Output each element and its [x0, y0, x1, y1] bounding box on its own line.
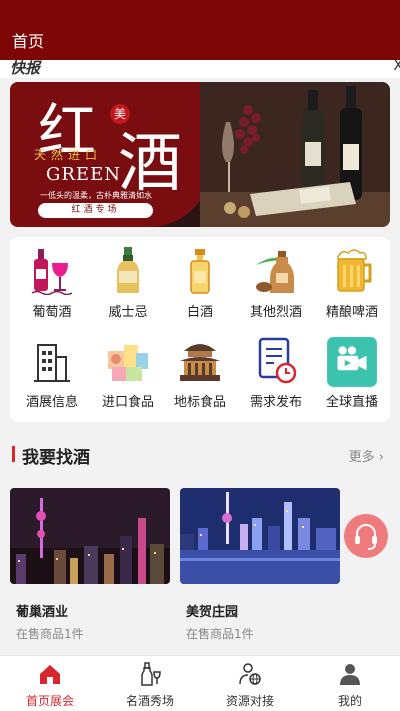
news-label: 快报 [10, 60, 41, 77]
news-ticker[interactable]: 快报 X [0, 60, 400, 78]
tab-label: 我的 [337, 694, 362, 708]
whisky-bottle-icon [117, 247, 139, 293]
category-label: 全球直播 [325, 395, 378, 410]
headset-icon [355, 524, 377, 550]
winery-card[interactable]: 美贺庄园 在售商品1件 [180, 488, 340, 648]
landmark-pavilion-icon [180, 344, 220, 381]
card-subtitle: 在售商品1件 [186, 627, 254, 641]
app-header: 首页 [0, 0, 400, 60]
bottom-tab-bar: 首页展会 名酒秀场 资源对接 我的 [0, 655, 400, 711]
category-grid: 葡萄酒 威士忌 白酒 其他烈酒 精酿啤酒 酒展信息 进口食品 地标食品 需求发布… [10, 237, 390, 422]
section-title: 我要找酒 [22, 448, 90, 468]
more-label: 更多 [348, 450, 375, 465]
category-post-demand[interactable]: 需求发布 [238, 337, 314, 410]
banner-slogan: 一低头的温柔，古朴典雅清如水 [40, 191, 152, 200]
category-global-live[interactable]: 全球直播 [314, 337, 390, 410]
category-label: 白酒 [186, 305, 213, 320]
news-close-button[interactable]: X [393, 60, 400, 74]
category-expo-info[interactable]: 酒展信息 [14, 337, 90, 410]
tab-resources[interactable]: 资源对接 [200, 656, 300, 711]
card-name: 葡巢酒业 [16, 605, 69, 620]
building-icon [34, 344, 70, 382]
tab-label: 名酒秀场 [125, 694, 174, 708]
category-label: 地标食品 [173, 395, 226, 410]
category-craft-beer[interactable]: 精酿啤酒 [314, 247, 390, 320]
tab-home-expo[interactable]: 首页展会 [0, 656, 100, 711]
more-link[interactable]: 更多 › [349, 446, 384, 465]
customer-service-button[interactable] [344, 514, 388, 558]
category-label: 精酿啤酒 [325, 305, 378, 320]
banner-english: GREEN [46, 164, 121, 185]
liquor-jug-icon [256, 251, 294, 293]
tab-mine[interactable]: 我的 [300, 656, 400, 711]
category-baijiu[interactable]: 白酒 [162, 247, 238, 320]
category-label: 酒展信息 [25, 395, 78, 410]
category-wine[interactable]: 葡萄酒 [14, 247, 90, 320]
category-label: 葡萄酒 [32, 305, 72, 320]
section-accent-bar [12, 446, 15, 462]
tab-label: 资源对接 [225, 694, 274, 708]
banner-badge: 美 [110, 104, 130, 124]
category-imported-food[interactable]: 进口食品 [90, 337, 166, 410]
baijiu-bottle-icon [190, 249, 210, 294]
banner-button[interactable]: 红酒专场 [38, 203, 153, 218]
category-label: 进口食品 [101, 395, 154, 410]
tab-famous-wines[interactable]: 名酒秀场 [100, 656, 200, 711]
document-clock-icon [258, 337, 297, 384]
wine-bottle-glass-icon [31, 249, 73, 296]
wine-photo [200, 82, 390, 227]
home-icon [40, 665, 60, 684]
chevron-right-icon: › [378, 450, 384, 465]
category-other-spirits[interactable]: 其他烈酒 [238, 247, 314, 320]
category-whisky[interactable]: 威士忌 [90, 247, 166, 320]
card-name: 美贺庄园 [186, 605, 239, 620]
wine-bottle-icon [141, 662, 161, 686]
card-image-night-city [10, 488, 170, 584]
food-boxes-icon [108, 345, 148, 381]
card-subtitle: 在售商品1件 [16, 627, 84, 641]
beer-mug-icon [337, 249, 372, 292]
card-image-skyline [180, 488, 340, 584]
winery-card[interactable]: 葡巢酒业 在售商品1件 [10, 488, 170, 648]
category-landmark-food[interactable]: 地标食品 [162, 337, 238, 410]
page-title: 首页 [12, 32, 45, 51]
section-header: 我要找酒 更多 › [0, 438, 400, 470]
category-label: 其他烈酒 [249, 305, 302, 320]
tab-label: 首页展会 [25, 694, 74, 708]
category-label: 需求发布 [249, 395, 302, 410]
promo-banner[interactable]: 红 酒 美 天然进口 GREEN 一低头的温柔，古朴典雅清如水 红酒专场 [10, 82, 390, 227]
video-camera-icon [327, 337, 377, 387]
category-label: 威士忌 [108, 305, 148, 320]
user-icon [340, 664, 360, 685]
user-globe-icon [239, 663, 261, 685]
banner-tagline: 天然进口 [34, 148, 103, 162]
